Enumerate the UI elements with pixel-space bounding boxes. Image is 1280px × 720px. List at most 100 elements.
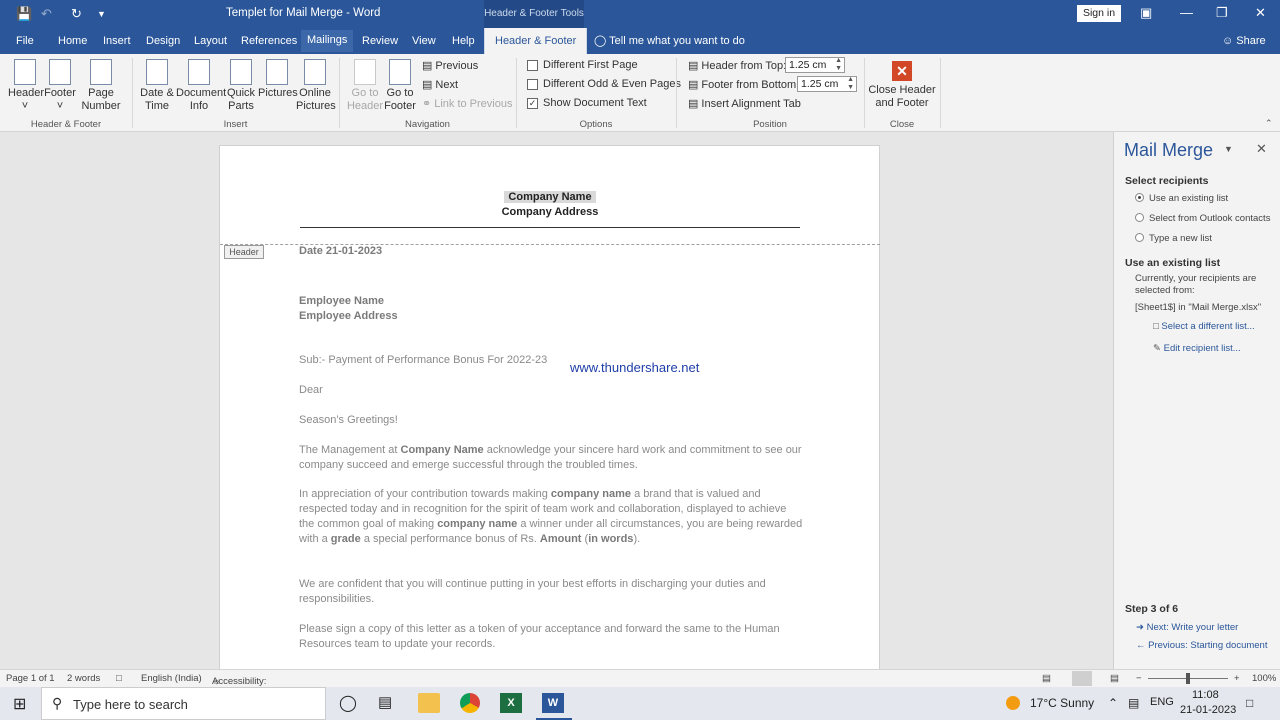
page-count[interactable]: Page 1 of 1 <box>6 673 55 684</box>
network-icon[interactable]: ▤ <box>1128 696 1139 710</box>
different-odd-even-checkbox[interactable]: Different Odd & Even Pages <box>527 78 681 90</box>
cortana-icon[interactable]: ◯ <box>339 693 357 713</box>
radio-use-existing[interactable]: Use an existing list <box>1135 193 1228 205</box>
taskbar: ⊞ ⚲ Type here to search ◯ ▤ X W 17°C Sun… <box>0 687 1280 720</box>
weather-sun-icon[interactable] <box>1006 696 1020 710</box>
document-page[interactable]: Company Name Company Address Header Date… <box>219 145 880 669</box>
different-first-page-checkbox[interactable]: Different First Page <box>527 59 638 71</box>
search-placeholder: Type here to search <box>73 697 188 712</box>
clock-date[interactable]: 21-01-2023 <box>1180 704 1236 716</box>
proofing-icon[interactable]: □ <box>116 673 122 684</box>
pictures-button[interactable]: Pictures <box>258 59 298 100</box>
chrome-icon[interactable] <box>460 693 480 713</box>
radio-outlook-contacts[interactable]: Select from Outlook contacts <box>1135 213 1270 225</box>
header-button[interactable]: Header ˅ <box>8 59 44 113</box>
link-to-previous-label: Link to Previous <box>434 97 513 110</box>
web-layout-icon[interactable]: ▤ <box>1110 673 1119 684</box>
page-number-button[interactable]: Page Number <box>78 59 124 113</box>
company-address-field[interactable]: Company Address <box>220 206 880 218</box>
tell-me-search[interactable]: ◯ Tell me what you want to do <box>594 34 745 47</box>
tab-file[interactable]: File <box>16 35 34 47</box>
ribbon-display-icon[interactable]: ▣ <box>1140 5 1152 21</box>
tab-home[interactable]: Home <box>58 35 87 47</box>
document-info-button[interactable]: Document Info <box>176 59 226 113</box>
quick-parts-button[interactable]: Quick Parts <box>224 59 258 113</box>
zoom-slider-thumb[interactable] <box>1186 673 1190 684</box>
pictures-icon <box>266 59 288 85</box>
weather-text[interactable]: 17°C Sunny <box>1030 696 1094 710</box>
task-view-icon[interactable]: ▤ <box>378 693 392 711</box>
go-to-footer-button[interactable]: Go to Footer <box>382 59 418 113</box>
taskbar-search[interactable]: ⚲ Type here to search <box>41 687 326 720</box>
tab-view[interactable]: View <box>412 35 436 47</box>
file-explorer-icon[interactable] <box>418 693 440 713</box>
next-button[interactable]: ▤ Next <box>422 78 458 92</box>
language[interactable]: English (India) <box>141 673 202 684</box>
date-time-button[interactable]: Date & Time <box>138 59 176 113</box>
go-to-header-label: Go to Header <box>346 87 384 112</box>
excel-icon[interactable]: X <box>500 693 522 713</box>
tab-insert[interactable]: Insert <box>103 35 131 47</box>
show-document-text-checkbox[interactable]: ✓ Show Document Text <box>527 97 647 109</box>
tab-references[interactable]: References <box>241 35 297 47</box>
edit-recipient-list-link[interactable]: ✎ Edit recipient list... <box>1153 343 1241 354</box>
clock-time[interactable]: 11:08 <box>1192 689 1219 701</box>
maximize-icon[interactable]: ❐ <box>1216 5 1228 21</box>
divider <box>864 58 865 128</box>
footer-from-bottom-input[interactable]: 1.25 cm ▲ ▼ <box>797 76 857 92</box>
close-icon[interactable]: ✕ <box>1255 5 1266 21</box>
signin-button[interactable]: Sign in <box>1077 5 1121 22</box>
zoom-out-icon[interactable]: − <box>1136 673 1142 684</box>
previous-button[interactable]: ▤ Previous <box>422 59 478 73</box>
different-first-page-label: Different First Page <box>543 59 638 71</box>
insert-alignment-tab-button[interactable]: ▤ Insert Alignment Tab <box>688 97 801 111</box>
recipient-source: [Sheet1$] in "Mail Merge.xlsx" <box>1135 302 1262 313</box>
previous-icon: ▤ <box>422 60 433 72</box>
tab-help[interactable]: Help <box>452 35 475 47</box>
group-position: Position <box>753 119 787 130</box>
link-to-previous-button[interactable]: ⚭ Link to Previous <box>422 97 513 111</box>
redo-icon[interactable]: ↻ <box>71 6 82 22</box>
tab-review[interactable]: Review <box>362 35 398 47</box>
pane-close-icon[interactable]: ✕ <box>1256 141 1267 157</box>
radio-new-list[interactable]: Type a new list <box>1135 233 1212 245</box>
document-info-icon <box>188 59 210 85</box>
tab-layout[interactable]: Layout <box>194 35 227 47</box>
collapse-ribbon-icon[interactable]: ⌃ <box>1265 118 1273 129</box>
tab-design[interactable]: Design <box>146 35 180 47</box>
minimize-icon[interactable]: — <box>1180 5 1193 20</box>
print-layout-icon[interactable] <box>1072 671 1092 686</box>
undo-icon[interactable]: ↶ <box>41 6 52 22</box>
next-step-link[interactable]: ➜ Next: Write your letter <box>1136 622 1238 633</box>
zoom-level[interactable]: 100% <box>1252 673 1276 684</box>
read-mode-icon[interactable]: ▤ <box>1042 673 1051 684</box>
spinner-arrows-icon[interactable]: ▲ ▼ <box>847 76 854 92</box>
tab-mailings[interactable]: Mailings <box>301 30 354 52</box>
spinner-arrows-icon[interactable]: ▲ ▼ <box>835 57 842 73</box>
tray-overflow-icon[interactable]: ⌃ <box>1108 696 1118 710</box>
share-button[interactable]: ☺ Share <box>1222 35 1266 47</box>
word-count[interactable]: 2 words <box>67 673 100 684</box>
step-indicator: Step 3 of 6 <box>1125 603 1179 615</box>
save-icon[interactable]: 💾 <box>16 6 32 22</box>
use-existing-heading: Use an existing list <box>1125 257 1221 269</box>
online-pictures-button[interactable]: Online Pictures <box>296 59 336 113</box>
footer-button[interactable]: Footer ˅ <box>44 59 76 113</box>
customize-qat-icon[interactable]: ▼ <box>97 9 106 19</box>
header-from-top-input[interactable]: 1.25 cm ▲ ▼ <box>785 57 845 73</box>
notifications-icon[interactable]: □ <box>1246 696 1253 710</box>
company-name-field[interactable]: Company Name <box>504 191 596 203</box>
windows-start-icon[interactable]: ⊞ <box>13 694 26 714</box>
word-icon[interactable]: W <box>542 693 564 713</box>
pane-options-icon[interactable]: ▼ <box>1224 144 1233 154</box>
document-info-label: Document Info <box>176 87 227 112</box>
select-different-list-link[interactable]: □ Select a different list... <box>1153 321 1255 332</box>
previous-step-link[interactable]: ← Previous: Starting document <box>1136 640 1267 651</box>
close-header-footer-button[interactable]: ✕ Close Header and Footer <box>868 61 936 110</box>
tab-header-footer[interactable]: Header & Footer <box>484 28 588 54</box>
header-company-name-row: Company Name <box>220 191 880 203</box>
input-language[interactable]: ENG <box>1150 696 1174 708</box>
divider <box>132 58 133 128</box>
go-to-header-button[interactable]: Go to Header <box>346 59 384 113</box>
zoom-in-icon[interactable]: + <box>1234 673 1240 684</box>
